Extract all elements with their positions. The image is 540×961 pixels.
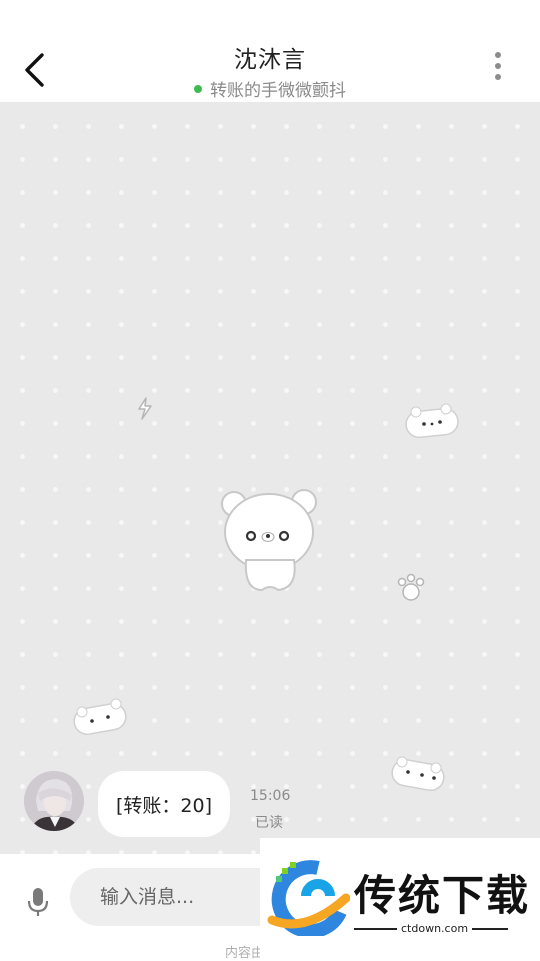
message-row: [转账：20] 15:06 已读: [0, 768, 540, 848]
voice-input-button[interactable]: [22, 882, 54, 922]
microphone-icon: [27, 888, 49, 916]
more-vertical-icon: [495, 52, 501, 58]
message-text: [转账：20]: [116, 794, 213, 817]
contact-avatar-image-icon: [24, 771, 84, 831]
small-bear-sticker-icon: [405, 403, 459, 439]
status-text: 转账的手微微颤抖: [210, 81, 346, 101]
lying-bear-sticker-icon: [73, 698, 127, 736]
chat-header: 沈沐言 转账的手微微颤抖: [0, 0, 540, 102]
contact-status: 转账的手微微颤抖: [0, 76, 540, 101]
chat-area[interactable]: [转账：20] 15:06 已读: [0, 102, 540, 854]
bear-sticker-icon: [221, 489, 317, 592]
site-watermark: 传统下载 ctdown.com: [260, 838, 540, 960]
more-options-button[interactable]: [492, 52, 504, 80]
ctdown-logo-icon: [267, 860, 350, 936]
message-bubble[interactable]: [转账：20]: [98, 771, 231, 837]
online-status-dot: [194, 85, 202, 93]
read-status: 已读: [255, 815, 283, 831]
lightning-doodle-icon: [138, 397, 152, 420]
watermark-url: ctdown.com: [397, 922, 473, 935]
paw-doodle-icon: [397, 573, 425, 601]
avatar[interactable]: [24, 771, 84, 831]
ai-content-footnote: 内容由: [225, 946, 261, 961]
contact-name: 沈沐言: [234, 47, 306, 73]
message-time: 15:06: [250, 788, 291, 804]
watermark-brand: 传统下载: [354, 871, 531, 920]
